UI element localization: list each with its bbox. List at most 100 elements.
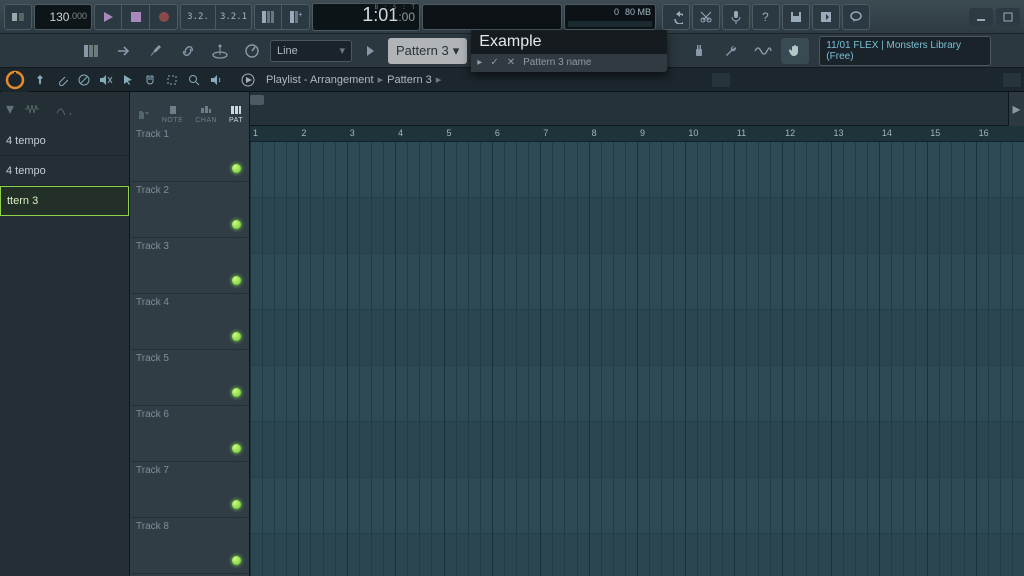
time-counter[interactable]: B : S : T 1 :01 :00: [312, 3, 420, 31]
track-name: Track 3: [136, 241, 169, 252]
tempo-display[interactable]: 130.000: [34, 4, 92, 30]
cpu-meter[interactable]: 0 80 MB: [564, 4, 656, 30]
hand-icon[interactable]: [781, 38, 809, 64]
track-enable-dot[interactable]: [232, 276, 241, 285]
ruler-num: 11: [737, 128, 746, 138]
cancel-icon[interactable]: ✕: [507, 57, 515, 68]
picker-tab-pat[interactable]: PAT: [229, 105, 243, 124]
track-enable-dot[interactable]: [232, 388, 241, 397]
cursor-icon[interactable]: [118, 70, 138, 90]
chevron-right-icon[interactable]: ▸: [477, 57, 482, 68]
rename-input[interactable]: [471, 30, 667, 54]
track-enable-dot[interactable]: [232, 500, 241, 509]
brush-icon[interactable]: [142, 38, 170, 64]
track-header[interactable]: Track 7: [130, 462, 249, 518]
fl-logo[interactable]: [2, 68, 28, 92]
song-pos-1[interactable]: 3.2.: [180, 4, 216, 30]
output-visualizer[interactable]: [422, 4, 562, 30]
send-arrow-icon[interactable]: [110, 38, 138, 64]
timeline-ruler[interactable]: 12345678910111213141516: [250, 126, 1024, 142]
export-icon[interactable]: [812, 4, 840, 30]
track-enable-dot[interactable]: [232, 444, 241, 453]
pin-icon[interactable]: [30, 70, 50, 90]
speech-icon[interactable]: [842, 4, 870, 30]
news-line1: 11/01 FLEX | Monsters Library: [826, 40, 984, 51]
stop-button[interactable]: [122, 4, 150, 30]
pattern-selector[interactable]: Pattern 3▾: [388, 38, 467, 64]
confirm-icon[interactable]: ✓: [490, 57, 498, 68]
ruler-num: 13: [834, 128, 844, 138]
track-enable-dot[interactable]: [232, 556, 241, 565]
track-name: Track 8: [136, 521, 169, 532]
browser-header: ▾: [0, 92, 129, 126]
pattern-mode-icon[interactable]: [78, 38, 106, 64]
track-header[interactable]: Track 6: [130, 406, 249, 462]
iconrow: Playlist - Arrangement ▸ Pattern 3 ▸: [0, 68, 1024, 92]
speaker-icon[interactable]: [206, 70, 226, 90]
song-pos-2[interactable]: 3.2.1: [216, 4, 252, 30]
ruler-num: 5: [447, 128, 452, 138]
step-add-icon[interactable]: +: [282, 4, 310, 30]
track-header[interactable]: Track 3: [130, 238, 249, 294]
disable-icon[interactable]: [74, 70, 94, 90]
pattern-name: Pattern 3: [396, 43, 449, 58]
track-header[interactable]: Track 1: [130, 126, 249, 182]
ruler-num: 6: [495, 128, 500, 138]
draw-mode-select[interactable]: Line▾: [270, 40, 352, 62]
save-icon[interactable]: [782, 4, 810, 30]
next-arrow-icon[interactable]: [356, 38, 384, 64]
link-icon[interactable]: [174, 38, 202, 64]
track-enable-dot[interactable]: [232, 332, 241, 341]
record-button[interactable]: [150, 4, 178, 30]
automation-icon[interactable]: [206, 38, 234, 64]
maximize-button[interactable]: [996, 8, 1020, 26]
picker-arrow-icon[interactable]: [136, 108, 150, 124]
wave-icon[interactable]: [749, 38, 777, 64]
playlist-grid[interactable]: 12345678910111213141516: [250, 126, 1024, 576]
track-header[interactable]: Track 5: [130, 350, 249, 406]
transport-group: [94, 4, 178, 30]
picker-tab-note[interactable]: NOTE: [162, 105, 183, 124]
undo-button[interactable]: [662, 4, 690, 30]
wrench-icon[interactable]: [717, 38, 745, 64]
plug-icon[interactable]: [685, 38, 713, 64]
ruler-num: 8: [592, 128, 597, 138]
play-pat-song-toggle[interactable]: [4, 4, 32, 30]
rename-prompt: Pattern 3 name: [523, 57, 591, 68]
step-grid-icon[interactable]: [254, 4, 282, 30]
metronome-knob-icon[interactable]: [238, 38, 266, 64]
automation-small-icon[interactable]: [56, 103, 72, 115]
attach-icon[interactable]: [52, 70, 72, 90]
waveform-icon[interactable]: [24, 103, 46, 115]
news-panel[interactable]: 11/01 FLEX | Monsters Library (Free): [819, 36, 991, 66]
magnet-icon[interactable]: [140, 70, 160, 90]
collapse-icon[interactable]: ▾: [6, 99, 14, 119]
microphone-icon[interactable]: [722, 4, 750, 30]
playlist-h-scrollbar[interactable]: ▸: [250, 92, 1024, 126]
playlist-play-icon[interactable]: [238, 70, 258, 90]
browser-item[interactable]: 4 tempo: [0, 126, 129, 156]
track-enable-dot[interactable]: [232, 164, 241, 173]
minimize-button[interactable]: [969, 8, 993, 26]
mute-icon[interactable]: [96, 70, 116, 90]
track-header[interactable]: Track 2: [130, 182, 249, 238]
scroll-thumb[interactable]: [250, 95, 264, 105]
track-enable-dot[interactable]: [232, 220, 241, 229]
question-icon[interactable]: ?: [752, 4, 780, 30]
play-button[interactable]: [94, 4, 122, 30]
panel-maximize[interactable]: [1003, 73, 1021, 87]
select-icon[interactable]: [162, 70, 182, 90]
browser-item[interactable]: 4 tempo: [0, 156, 129, 186]
scroll-right-button[interactable]: ▸: [1008, 92, 1024, 126]
zoom-icon[interactable]: [184, 70, 204, 90]
track-header[interactable]: Track 4: [130, 294, 249, 350]
ruler-num: 3: [350, 128, 355, 138]
browser-item[interactable]: ttern 3: [0, 186, 129, 216]
crumb-1[interactable]: Pattern 3: [387, 74, 432, 86]
scissors-icon[interactable]: [692, 4, 720, 30]
window-controls: [969, 8, 1020, 26]
panel-minimize[interactable]: [712, 73, 730, 87]
picker-tab-chan[interactable]: CHAN: [195, 105, 217, 124]
track-header[interactable]: Track 8: [130, 518, 249, 574]
crumb-0[interactable]: Playlist - Arrangement: [266, 74, 374, 86]
